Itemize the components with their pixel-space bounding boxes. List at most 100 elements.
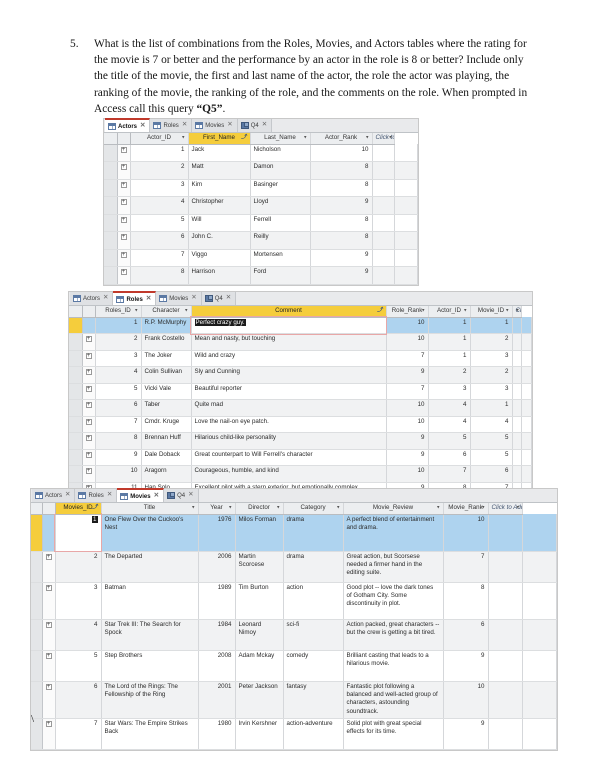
column-header-actor_rank[interactable]: Actor_Rank ▾ [310,133,373,145]
cell-actor_id[interactable]: 7 [428,465,471,483]
record-selector[interactable] [104,214,118,232]
cell-role_rank[interactable]: 7 [386,350,429,367]
cell-click-to-add[interactable] [512,465,523,483]
cell-actor_id[interactable]: 5 [130,214,189,232]
table-row[interactable]: +6 Taber Quite mad 10 4 1 [69,399,532,417]
expand-row-button[interactable] [82,317,96,334]
chevron-down-icon[interactable]: ▾ [135,308,138,315]
tab-q4[interactable]: Q4 ✕ [201,292,237,305]
cell-category[interactable]: action [283,582,344,620]
cell-click-to-add[interactable] [512,333,523,351]
column-header-comment[interactable]: Comment ⤴ [191,306,387,318]
cell-click-to-add[interactable] [372,231,396,250]
cell-comment[interactable]: Mean and nasty, but touching [191,333,387,351]
cell-last_name[interactable]: Mortensen [250,249,311,267]
expand-row-button[interactable]: + [82,333,96,351]
cell-click-to-add[interactable] [512,449,523,466]
table-row[interactable]: +6 The Lord of the Rings: The Fellowship … [31,681,558,719]
tab-q4[interactable]: Q4 ✕ [237,119,273,132]
expand-row-button[interactable]: + [42,582,56,620]
record-selector[interactable] [69,465,83,483]
cell-actor_rank[interactable]: 9 [310,266,373,285]
cell-actor_id[interactable]: 5 [428,432,471,450]
cell-title[interactable]: The Departed [101,551,199,583]
cell-title[interactable]: One Flew Over the Cuckoo's Nest [101,514,199,552]
record-selector[interactable] [104,179,118,197]
table-row[interactable]: +3 Kim Basinger 8 [104,179,418,197]
cell-actor_rank[interactable]: 8 [310,231,373,250]
expand-row-button[interactable]: + [82,432,96,450]
table-row[interactable]: +4 Christopher Lloyd 9 [104,196,418,215]
close-icon[interactable]: ✕ [154,493,159,500]
cell-character[interactable]: R.P. McMurphy [141,317,192,334]
expand-row-button[interactable]: + [117,144,131,162]
close-icon[interactable]: ✕ [65,492,70,499]
cell-movie_review[interactable]: Good plot -- love the dark tones of Goth… [343,582,444,620]
tab-movies[interactable]: Movies ✕ [156,292,202,305]
column-header-director[interactable]: Director ▾ [235,503,284,515]
cell-movie_review[interactable]: Action packed, great characters -- but t… [343,619,444,651]
cell-actor_rank[interactable]: 8 [310,214,373,232]
cell-click-to-add[interactable] [488,650,523,682]
cell-movie_id[interactable]: 6 [470,465,513,483]
cell-character[interactable]: Vicki Vale [141,383,192,400]
chevron-down-icon[interactable]: ▾ [192,505,195,512]
expand-row-button[interactable]: + [117,249,131,267]
cell-role_rank[interactable]: 9 [386,449,429,466]
cell-actor_id[interactable]: 4 [428,416,471,433]
cell-last_name[interactable]: Nicholson [250,144,311,162]
record-selector[interactable] [69,333,83,351]
cell-roles_id[interactable]: 1 [95,317,142,334]
close-icon[interactable]: ✕ [191,295,196,302]
cell-role_rank[interactable]: 10 [386,416,429,433]
table-row[interactable]: +10 Aragorn Courageous, humble, and kind 10… [69,465,532,483]
record-selector[interactable] [104,231,118,250]
cell-category[interactable]: fantasy [283,681,344,719]
tab-actors[interactable]: Actors ✕ [105,118,151,132]
cell-role_rank[interactable]: 9 [386,366,429,384]
cell-actor_rank[interactable]: 10 [310,144,373,162]
table-row[interactable]: +2 The Departed 2006 Martin Scorcese drama Gr… [31,551,558,583]
cell-roles_id[interactable]: 3 [95,350,142,367]
sort-filter-icon[interactable]: ⤴ [377,308,383,315]
cell-role_rank[interactable]: 7 [386,383,429,400]
cell-director[interactable]: Irvin Kershner [235,718,284,750]
cell-actor_rank[interactable]: 9 [310,196,373,215]
cell-last_name[interactable]: Damon [250,161,311,180]
cell-click-to-add[interactable] [372,214,396,232]
cell-click-to-add[interactable] [372,179,396,197]
table-row[interactable]: +2 Frank Costello Mean and nasty, but touc… [69,333,532,351]
cell-comment[interactable]: Sly and Cunning [191,366,387,384]
cell-director[interactable]: Leonard Nimoy [235,619,284,651]
chevron-down-icon[interactable]: ▾ [516,308,519,315]
sort-filter-icon[interactable]: ⤴ [241,135,247,142]
record-selector[interactable] [69,366,83,384]
cell-category[interactable]: comedy [283,650,344,682]
table-row[interactable]: +5 Step Brothers 2008 Adam Mckay comedy Brill… [31,650,558,682]
column-header-role_rank[interactable]: Role_Rank ▾ [386,306,429,318]
cell-actor_id[interactable]: 4 [428,399,471,417]
record-selector[interactable] [69,416,83,433]
cell-click-to-add[interactable] [512,432,523,450]
cell-character[interactable]: Taber [141,399,192,417]
cell-movie_rank[interactable]: 7 [443,551,489,583]
cell-category[interactable]: drama [283,514,344,552]
chevron-down-icon[interactable]: ▾ [482,505,485,512]
expand-row-button[interactable] [42,514,56,552]
expand-row-button[interactable]: + [82,416,96,433]
cell-click-to-add[interactable] [488,514,523,552]
cell-character[interactable]: The Joker [141,350,192,367]
cell-movie_id[interactable]: 1 [470,317,513,334]
cell-character[interactable]: Frank Costello [141,333,192,351]
cell-movie_review[interactable]: Fantastic plot following a balanced and … [343,681,444,719]
column-header-last_name[interactable]: Last_Name ▾ [250,133,311,145]
cell-comment[interactable]: Beautiful reporter [191,383,387,400]
expand-row-button[interactable]: + [42,681,56,719]
chevron-down-icon[interactable]: ▾ [389,135,392,142]
cell-click-to-add[interactable] [512,416,523,433]
record-selector[interactable] [69,383,83,400]
cell-click-to-add[interactable] [512,383,523,400]
cell-first_name[interactable]: Viggo [188,249,251,267]
column-header-movie_review[interactable]: Movie_Review ▾ [343,503,444,515]
table-row[interactable]: +6 John C. Reilly 8 [104,231,418,250]
